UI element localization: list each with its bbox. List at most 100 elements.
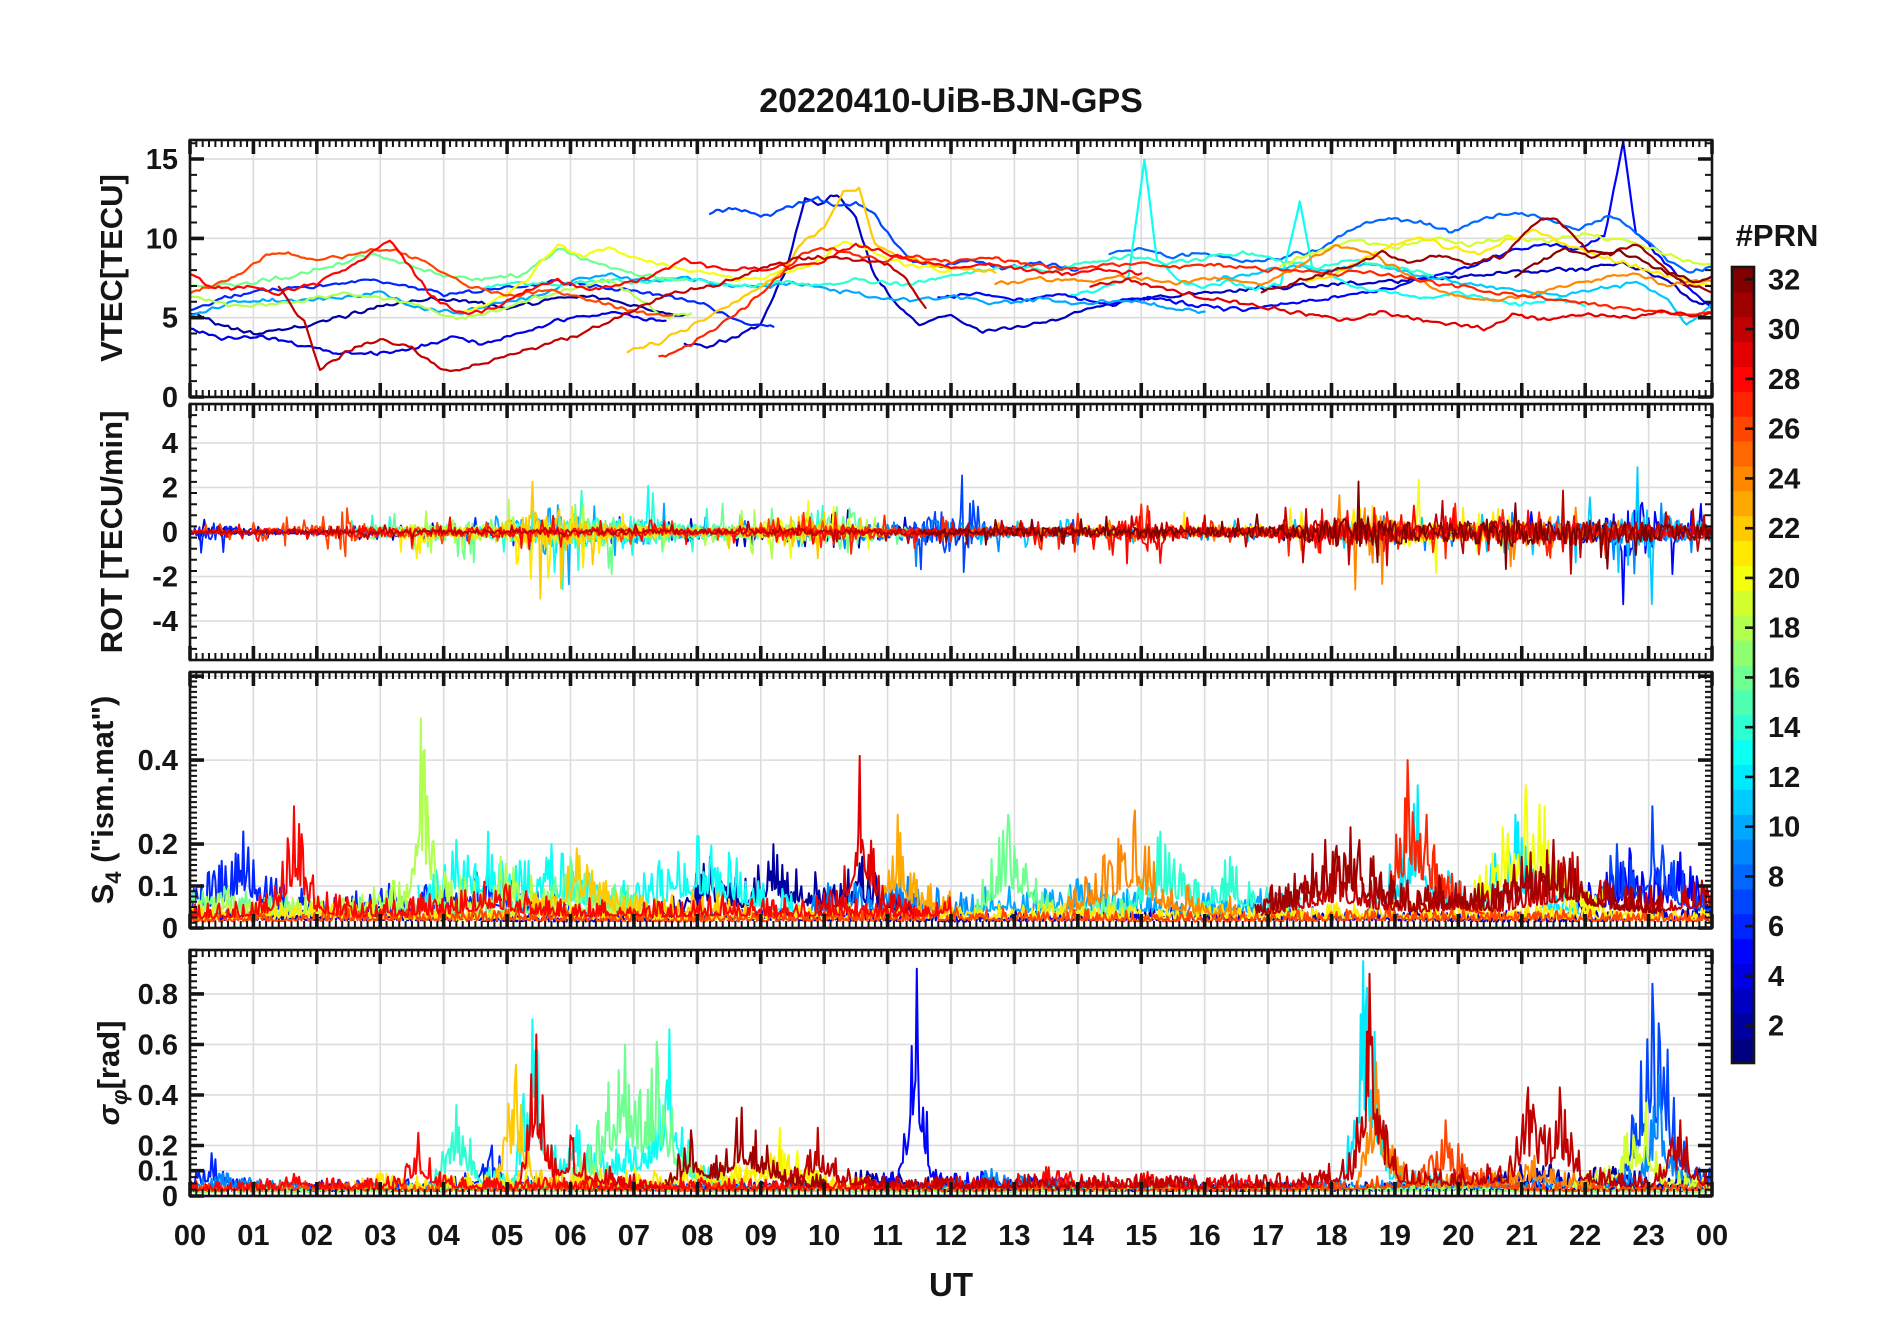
colorbar-band-prn-21: [1732, 540, 1754, 566]
colorbar-tick-label: 14: [1768, 712, 1800, 744]
x-tick-label: 14: [1062, 1220, 1094, 1252]
colorbar-band-prn-13: [1732, 739, 1754, 765]
phi-subscript: φ: [107, 1089, 132, 1105]
y-tick-label: 0.2: [138, 829, 178, 861]
colorbar-band-prn-29: [1732, 341, 1754, 367]
x-tick-label: 02: [301, 1220, 333, 1252]
y-tick-label: 2: [162, 472, 178, 504]
y-tick-label: 15: [146, 144, 178, 176]
x-tick-label: 15: [1125, 1220, 1157, 1252]
x-tick-label: 05: [491, 1220, 523, 1252]
colorbar-band-prn-3: [1732, 988, 1754, 1014]
series-prn-20: [461, 240, 953, 313]
x-tick-label: 22: [1569, 1220, 1601, 1252]
colorbar-tick-label: 26: [1768, 414, 1800, 446]
colorbar-band-prn-15: [1732, 689, 1754, 716]
x-tick-label: 00: [174, 1220, 206, 1252]
colorbar-band-prn-1: [1732, 1038, 1754, 1064]
x-tick-label: 07: [618, 1220, 650, 1252]
y-tick-label: 0.8: [138, 979, 178, 1011]
gridlines: [190, 950, 1712, 1196]
x-tick-label: 20: [1442, 1220, 1474, 1252]
colorbar-tick-label: 12: [1768, 762, 1800, 794]
colorbar-tick-label: 2: [1768, 1011, 1784, 1043]
x-tick-label: 21: [1506, 1220, 1538, 1252]
colorbar-tick-label: 30: [1768, 314, 1800, 346]
s4-symbol: S: [85, 883, 120, 905]
series-prn-31: [1260, 217, 1711, 294]
y-tick-label: 0: [162, 913, 178, 945]
y-tick-label: -2: [152, 562, 178, 594]
series-prn-3: [683, 194, 1711, 349]
y-tick-label: 0.1: [138, 871, 178, 903]
colorbar-tick-label: 28: [1768, 364, 1800, 396]
y-tick-label: 0: [162, 382, 178, 414]
y-tick-label: 0.2: [138, 1130, 178, 1162]
colorbar-band-prn-17: [1732, 640, 1754, 666]
x-axis-tick-labels: 00 01 02 03 04 05 06 07 08 09 10 11 12 13 14 15 16 17 18 19…: [174, 1220, 1728, 1252]
x-tick-label: 16: [1189, 1220, 1221, 1252]
colorbar-band-prn-5: [1732, 938, 1754, 964]
panel-1: 0 5 10 15: [146, 138, 1714, 414]
series-prn-5: [873, 967, 1067, 1191]
y-axis-label-rot: ROT [TECU/min]: [94, 410, 129, 654]
x-tick-label: 19: [1379, 1220, 1411, 1252]
colorbar-band-prn-31: [1732, 291, 1754, 318]
x-axis-label: UT: [929, 1266, 973, 1303]
colorbar-band-prn-7: [1732, 888, 1754, 915]
x-tick-label: 17: [1252, 1220, 1284, 1252]
y-axis-label-vtec: VTEC[TECU]: [94, 174, 129, 362]
y-tick-label: 0.4: [138, 745, 178, 777]
colorbar-tick-label: 4: [1768, 961, 1784, 993]
panel-4: 00.10.20.40.60.8: [138, 948, 1714, 1213]
x-tick-label: 18: [1315, 1220, 1347, 1252]
colorbar-band-prn-23: [1732, 490, 1754, 517]
colorbar-tick-label: 8: [1768, 861, 1784, 893]
x-tick-label: 06: [554, 1220, 586, 1252]
colorbar-title: #PRN: [1735, 218, 1819, 253]
colorbar-tick-label: 24: [1768, 463, 1800, 495]
colorbar-tick-label: 32: [1768, 264, 1800, 296]
x-tick-label: 00: [1696, 1220, 1728, 1252]
rad-suffix: [rad]: [91, 1020, 126, 1090]
y-axis-label-s4: S4 ("ism.mat"): [85, 696, 127, 905]
x-tick-label: 04: [428, 1220, 460, 1252]
x-tick-label: 08: [681, 1220, 713, 1252]
colorbar-tick-label: 20: [1768, 563, 1800, 595]
sigma-symbol: σ: [91, 1104, 126, 1126]
x-tick-label: 10: [808, 1220, 840, 1252]
x-tick-label: 03: [364, 1220, 396, 1252]
s4-suffix: ("ism.mat"): [85, 695, 120, 872]
panel-3: 0 0.1 0.2 0.4: [138, 670, 1714, 945]
s4-subscript: 4: [101, 871, 126, 884]
x-tick-label: 23: [1632, 1220, 1664, 1252]
y-axis-label-sigma-phi: σφ[rad]: [91, 1021, 133, 1126]
y-tick-label: 10: [146, 223, 178, 255]
page-title: 20220410-UiB-BJN-GPS: [759, 82, 1143, 120]
y-tick-label: -4: [152, 606, 178, 638]
colorbar-tick-label: 22: [1768, 513, 1800, 545]
y-tick-label: 0.6: [138, 1029, 178, 1061]
y-tick-label: 5: [162, 303, 178, 335]
panel-2: -4 -2 0 2 4: [152, 402, 1714, 662]
figure-window: 0 5 10 15 -4 -2 0 2 4 0 0.1 0.2 0.4 0 0.1 0.2 0.4 0.6 0.8 0…: [0, 0, 1902, 1330]
colorbar-tick-label: 6: [1768, 911, 1784, 943]
series-prn-16: [563, 1040, 737, 1190]
colorbar: 2468101214161820222426283032: [1730, 264, 1800, 1065]
y-tick-label: 4: [162, 428, 178, 460]
colorbar-tick-label: 16: [1768, 662, 1800, 694]
colorbar-band-prn-9: [1732, 839, 1754, 865]
gps-multi-panel-plot: 051015-4-202400.10.20.400.10.20.40.60.80…: [138, 138, 1800, 1252]
y-tick-label: 0: [162, 517, 178, 549]
colorbar-band-prn-11: [1732, 789, 1754, 815]
x-tick-label: 12: [935, 1220, 967, 1252]
x-tick-label: 13: [998, 1220, 1030, 1252]
colorbar-tick-label: 10: [1768, 812, 1800, 844]
x-tick-label: 11: [872, 1220, 903, 1252]
colorbar-tick-label: 18: [1768, 613, 1800, 645]
x-tick-label: 09: [745, 1220, 777, 1252]
colorbar-band-prn-19: [1732, 590, 1754, 616]
colorbar-band-prn-25: [1732, 441, 1754, 467]
x-tick-label: 01: [237, 1220, 269, 1252]
series-prn-30: [785, 972, 1711, 1190]
